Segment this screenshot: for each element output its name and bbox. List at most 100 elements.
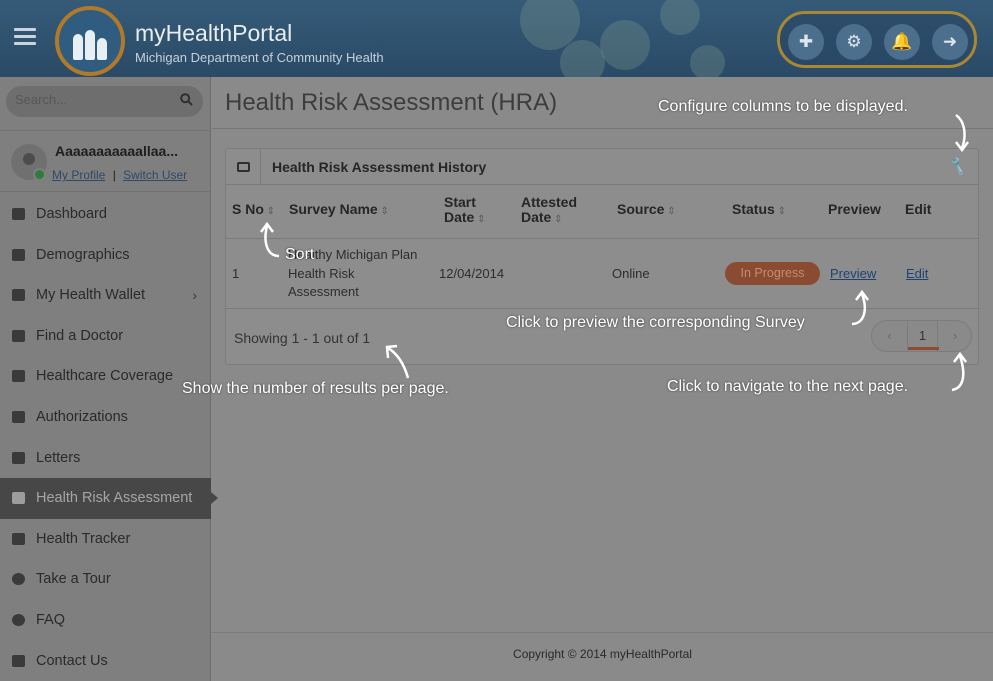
add-user-icon[interactable]: ✚: [788, 24, 824, 60]
column-label: Status: [732, 201, 775, 217]
sidebar-item-label: Health Risk Assessment: [36, 490, 193, 507]
column-header-sno[interactable]: S No ⇕: [232, 202, 275, 219]
page-title: Health Risk Assessment (HRA): [225, 89, 558, 116]
sidebar-item-dashboard[interactable]: Dashboard: [0, 194, 211, 235]
sidebar: Aaaaaaaaaaallaa... My Profile | Switch U…: [0, 77, 218, 681]
online-status-icon: [33, 168, 46, 181]
footer-copyright: Copyright © 2014 myHealthPortal: [513, 647, 692, 661]
user-card: Aaaaaaaaaaallaa... My Profile | Switch U…: [0, 130, 211, 192]
wrench-icon[interactable]: 🔧: [946, 156, 969, 178]
search-icon[interactable]: [180, 93, 193, 106]
question-icon: [12, 613, 25, 626]
sidebar-item-authorizations[interactable]: Authorizations: [0, 397, 211, 438]
panel-title: Health Risk Assessment History: [272, 159, 487, 175]
column-header-source[interactable]: Source ⇕: [617, 202, 676, 219]
sidebar-item-label: Contact Us: [36, 652, 108, 669]
app-header: myHealthPortal Michigan Department of Co…: [0, 0, 993, 77]
sidebar-nav: Dashboard Demographics My Health Wallet …: [0, 194, 218, 681]
clipboard-icon: [12, 532, 25, 545]
preview-link[interactable]: Preview: [830, 265, 876, 284]
user-name: Aaaaaaaaaaallaa...: [55, 143, 178, 159]
user-links: My Profile | Switch User: [52, 168, 187, 182]
key-icon: [12, 410, 25, 423]
sidebar-item-find-doctor[interactable]: Find a Doctor: [0, 316, 211, 357]
annotation-preview: Click to preview the corresponding Surve…: [506, 314, 805, 331]
logout-icon[interactable]: ➜: [932, 24, 968, 60]
header-decoration: [660, 0, 700, 35]
column-header-preview: Preview: [828, 201, 881, 217]
column-header-status[interactable]: Status ⇕: [732, 202, 786, 219]
sidebar-item-contact[interactable]: Contact Us: [0, 641, 211, 681]
sidebar-item-label: Demographics: [36, 246, 130, 263]
curved-arrow-icon: [385, 344, 410, 379]
column-label: Date: [521, 209, 552, 225]
brand-subtitle: Michigan Department of Community Health: [135, 50, 384, 65]
sort-icon[interactable]: ⇕: [551, 214, 562, 225]
cell-text: Assessment: [288, 284, 359, 299]
sidebar-item-tour[interactable]: Take a Tour: [0, 559, 211, 600]
switch-user-link[interactable]: Switch User: [123, 168, 187, 182]
phone-icon: [12, 654, 25, 667]
plus-square-icon: [12, 289, 25, 302]
sort-icon[interactable]: ⇕: [474, 214, 485, 225]
sort-icon[interactable]: ⇕: [264, 206, 275, 217]
header-decoration: [690, 45, 725, 77]
sidebar-item-demographics[interactable]: Demographics: [0, 235, 211, 276]
my-profile-link[interactable]: My Profile: [52, 168, 105, 182]
header-decoration: [600, 20, 650, 70]
sidebar-item-health-wallet[interactable]: My Health Wallet ›: [0, 275, 211, 316]
column-header-attested-date[interactable]: Attested Date ⇕: [521, 195, 577, 227]
column-label: S No: [232, 201, 264, 217]
sidebar-item-coverage[interactable]: Healthcare Coverage: [0, 356, 211, 397]
portal-logo: [55, 6, 125, 76]
curved-arrow-icon: [851, 289, 869, 326]
cell-sno: 1: [232, 266, 240, 281]
curved-arrow-icon: [260, 221, 280, 258]
sort-icon[interactable]: ⇕: [664, 206, 675, 217]
header-actions: ✚ ⚙ 🔔 ➜: [777, 11, 977, 68]
column-header-edit: Edit: [905, 201, 932, 217]
sidebar-item-label: Health Tracker: [36, 530, 131, 547]
hamburger-menu-icon[interactable]: [14, 28, 36, 46]
status-badge: In Progress: [725, 262, 820, 285]
column-label: Date: [444, 209, 475, 225]
column-header-survey-name[interactable]: Survey Name ⇕: [289, 202, 389, 219]
sidebar-item-label: Authorizations: [36, 408, 128, 425]
results-count: Showing 1 - 1 out of 1: [234, 330, 371, 346]
sort-icon[interactable]: ⇕: [775, 206, 786, 217]
sidebar-item-health-tracker[interactable]: Health Tracker: [0, 519, 211, 560]
annotation-sort: Sort: [285, 246, 315, 263]
sidebar-item-label: Dashboard: [36, 206, 107, 222]
sidebar-item-label: Letters: [36, 449, 81, 466]
cell-source: Online: [612, 266, 650, 281]
search-input[interactable]: [15, 92, 175, 107]
compass-icon: [12, 573, 25, 586]
list-icon: [237, 162, 250, 172]
bell-icon[interactable]: 🔔: [884, 24, 920, 60]
sidebar-item-faq[interactable]: FAQ: [0, 600, 211, 641]
column-header-start-date[interactable]: Start Date ⇕: [444, 195, 486, 227]
sidebar-item-label: My Health Wallet: [36, 287, 146, 304]
curved-arrow-icon: [955, 113, 969, 153]
column-label: Start: [444, 194, 476, 210]
table-header: S No ⇕ Survey Name ⇕ Start Date ⇕ Attest…: [226, 185, 978, 239]
sidebar-item-label: Take a Tour: [36, 571, 111, 588]
prev-page-button[interactable]: ‹: [872, 321, 907, 351]
column-label: Source: [617, 201, 665, 217]
hra-history-panel: Health Risk Assessment History 🔧 S No ⇕ …: [225, 148, 979, 365]
edit-link[interactable]: Edit: [906, 265, 928, 284]
divider: [212, 632, 993, 633]
link-separator: |: [112, 168, 116, 182]
sort-icon[interactable]: ⇕: [378, 206, 388, 217]
sidebar-item-label: Healthcare Coverage: [36, 368, 174, 385]
divider: [260, 149, 261, 185]
settings-icon[interactable]: ⚙: [836, 24, 872, 60]
page-1-button[interactable]: 1: [907, 321, 939, 351]
sidebar-item-letters[interactable]: Letters: [0, 438, 211, 479]
users-icon: [12, 248, 25, 261]
dashboard-icon: [12, 208, 25, 220]
doctor-icon: [12, 329, 25, 342]
sidebar-item-label: Find a Doctor: [36, 327, 124, 344]
brand-title: myHealthPortal: [135, 20, 293, 46]
sidebar-item-hra[interactable]: Health Risk Assessment: [0, 478, 218, 519]
